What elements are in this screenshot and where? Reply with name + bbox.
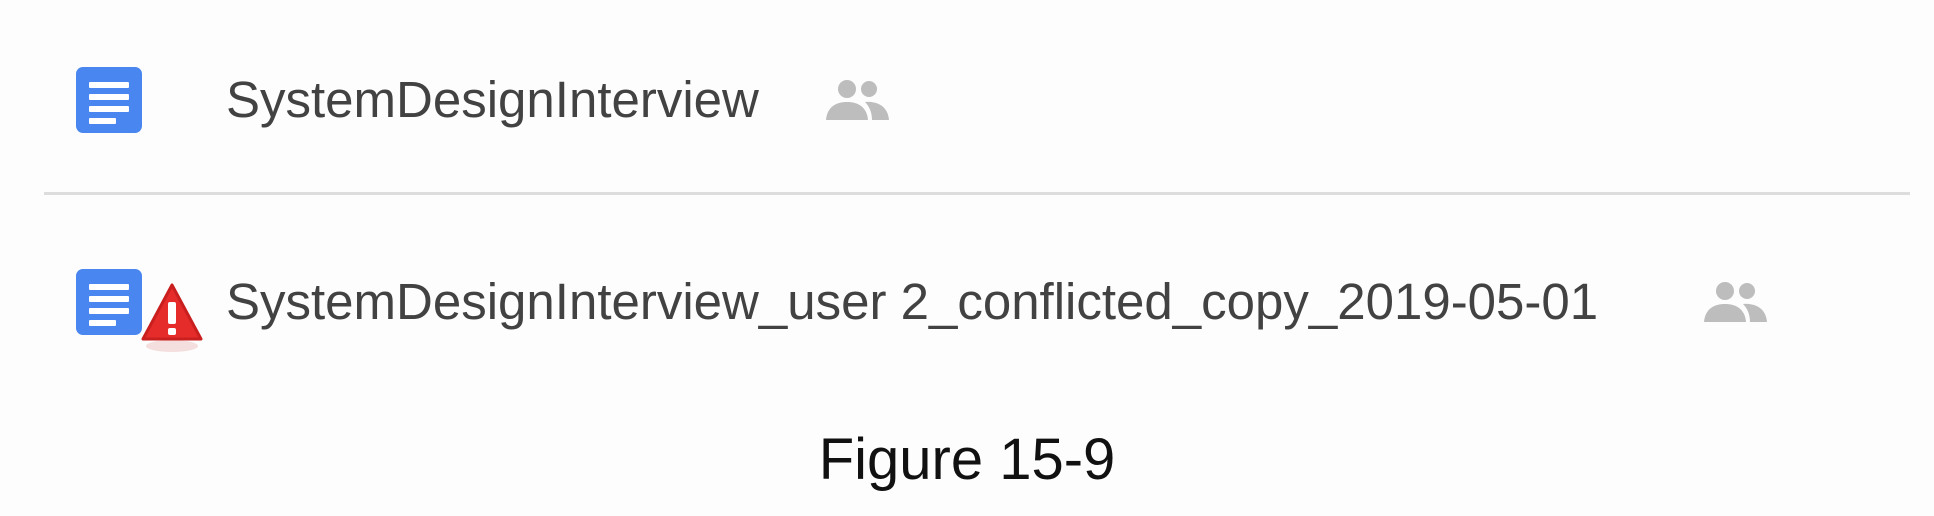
file-row-systemdesigninterview[interactable]: SystemDesignInterview bbox=[0, 52, 1934, 148]
file-row-conflicted-copy[interactable]: SystemDesignInterview_user 2_conflicted_… bbox=[0, 254, 1934, 352]
file-list-screenshot: SystemDesignInterview SystemDesignInterv… bbox=[0, 0, 1934, 516]
file-name[interactable]: SystemDesignInterview bbox=[226, 52, 759, 148]
file-name[interactable]: SystemDesignInterview_user 2_conflicted_… bbox=[226, 254, 1598, 350]
figure-caption: Figure 15-9 bbox=[818, 427, 1116, 492]
warning-icon bbox=[141, 283, 203, 341]
google-doc-icon bbox=[76, 67, 142, 133]
shared-people-icon bbox=[1704, 282, 1767, 322]
shared-people-icon bbox=[826, 80, 889, 120]
file-icons bbox=[0, 52, 142, 148]
row-divider bbox=[44, 192, 1910, 195]
file-icons bbox=[0, 254, 203, 352]
google-doc-icon bbox=[76, 269, 142, 335]
